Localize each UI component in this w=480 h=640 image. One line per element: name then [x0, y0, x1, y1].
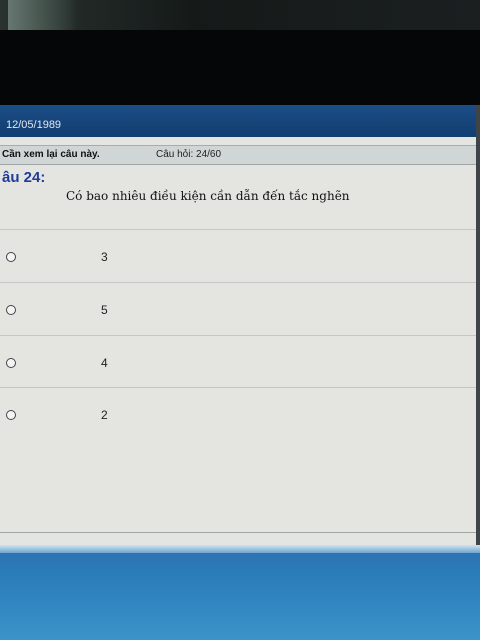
question-counter: Câu hỏi: 24/60 — [156, 149, 222, 160]
info-bar: Cần xem lại câu này. Câu hỏi: 24/60 — [0, 145, 476, 165]
taskbar-highlight — [0, 545, 480, 553]
radio-button[interactable] — [6, 410, 16, 420]
question-text: Có bao nhiêu điều kiện cần dẫn đến tắc n… — [66, 189, 350, 203]
header-date: 12/05/1989 — [6, 119, 62, 131]
radio-button[interactable] — [6, 305, 16, 315]
divider — [0, 532, 476, 533]
title-bar: 12/05/1989 — [0, 105, 476, 137]
window-reflection — [8, 0, 78, 30]
answer-option[interactable]: 5 — [0, 282, 476, 335]
radio-button[interactable] — [6, 358, 16, 368]
dark-background — [0, 30, 480, 105]
answer-option[interactable]: 4 — [0, 335, 476, 388]
answer-option-label: 4 — [101, 356, 108, 370]
answer-option[interactable]: 3 — [0, 229, 476, 282]
monitor-bezel — [0, 0, 480, 30]
answer-option[interactable]: 2 — [0, 387, 476, 440]
answer-option-label: 3 — [101, 250, 108, 264]
answer-option-label: 5 — [101, 303, 108, 317]
quiz-window: 12/05/1989 Cần xem lại câu này. Câu hỏi:… — [0, 105, 476, 545]
taskbar — [0, 545, 480, 640]
answer-option-label: 2 — [101, 408, 108, 422]
screen-edge — [476, 105, 480, 545]
radio-button[interactable] — [6, 252, 16, 262]
mark-for-review-link[interactable]: Cần xem lại câu này. — [2, 149, 100, 160]
question-heading: âu 24: — [2, 169, 46, 186]
